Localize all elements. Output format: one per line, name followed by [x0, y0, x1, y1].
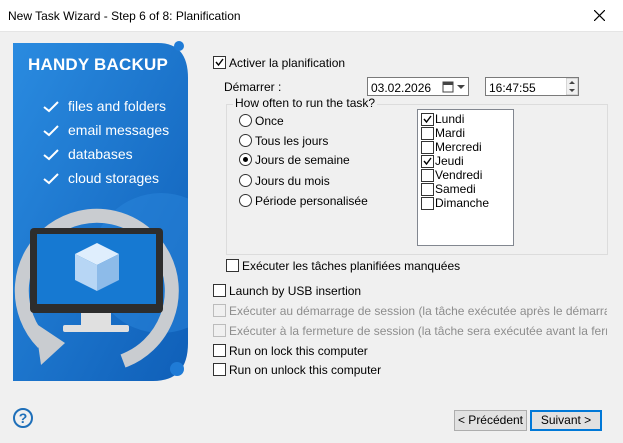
- help-icon[interactable]: ?: [13, 408, 33, 428]
- unlock-trigger-checkbox[interactable]: [213, 363, 226, 376]
- frequency-option-label: Jours du mois: [255, 174, 330, 188]
- check-icon: [423, 115, 432, 124]
- spinner-arrows-icon[interactable]: [566, 78, 578, 95]
- enable-schedule-label: Activer la planification: [229, 56, 346, 70]
- check-icon: [215, 58, 224, 67]
- logout-trigger-checkbox[interactable]: [213, 324, 226, 337]
- frequency-option-label: Once: [255, 114, 284, 128]
- radio-selected-dot: [243, 157, 248, 162]
- frequency-option-label: Tous les jours: [255, 134, 329, 148]
- weekday-label: Lundi: [435, 112, 465, 126]
- usb-trigger-checkbox[interactable]: [213, 284, 226, 297]
- close-icon: [594, 10, 605, 21]
- feature-item: files and folders: [43, 98, 166, 114]
- weekday-checkbox[interactable]: [421, 183, 434, 196]
- enable-schedule-checkbox[interactable]: [213, 56, 226, 69]
- feature-label: cloud storages: [68, 170, 160, 186]
- lock-trigger-checkbox[interactable]: [213, 344, 226, 357]
- next-button[interactable]: Suivant >: [530, 410, 602, 431]
- decor-dot: [174, 41, 184, 51]
- check-icon: [43, 100, 59, 112]
- feature-label: databases: [68, 146, 133, 162]
- frequency-label: How often to run the task?: [233, 96, 378, 110]
- login-trigger-label: Exécuter au démarrage de session (la tâc…: [229, 304, 607, 318]
- weekday-checkbox[interactable]: [421, 127, 434, 140]
- logout-trigger-label: Exécuter à la fermeture de session (la t…: [229, 324, 607, 338]
- back-button[interactable]: < Précédent: [454, 410, 527, 431]
- start-label: Démarrer :: [224, 80, 282, 94]
- close-button[interactable]: [577, 0, 623, 31]
- check-icon: [423, 157, 432, 166]
- weekday-label: Samedi: [435, 182, 476, 196]
- feature-item: databases: [43, 146, 133, 162]
- feature-item: email messages: [43, 122, 169, 138]
- weekday-checkbox[interactable]: [421, 113, 434, 126]
- banner-art: [13, 43, 188, 381]
- feature-item: cloud storages: [43, 170, 159, 186]
- login-trigger-checkbox[interactable]: [213, 304, 226, 317]
- weekday-checkbox[interactable]: [421, 155, 434, 168]
- brand-name: HANDY BACKUP: [28, 55, 168, 74]
- frequency-radio-once[interactable]: [239, 114, 252, 127]
- weekday-label: Jeudi: [435, 154, 464, 168]
- frequency-radio-weekdays[interactable]: [239, 153, 252, 166]
- lock-trigger-label: Run on lock this computer: [229, 344, 368, 358]
- window-title: New Task Wizard - Step 6 of 8: Planifica…: [8, 9, 241, 23]
- start-date-value: 03.02.2026: [371, 81, 432, 95]
- check-icon: [43, 148, 59, 160]
- weekday-checkbox[interactable]: [421, 197, 434, 210]
- title-bar: New Task Wizard - Step 6 of 8: Planifica…: [0, 0, 623, 32]
- frequency-option-label: Jours de semaine: [255, 153, 350, 167]
- check-icon: [43, 172, 59, 184]
- weekday-list[interactable]: Lundi Mardi Mercredi Jeudi Vendredi Same…: [417, 109, 514, 246]
- start-time-value: 16:47:55: [489, 81, 536, 95]
- usb-trigger-label: Launch by USB insertion: [229, 284, 362, 298]
- decor-dot: [170, 362, 184, 376]
- start-date-picker[interactable]: 03.02.2026: [367, 77, 469, 96]
- product-banner: HANDY BACKUP files and folders email mes…: [13, 43, 188, 381]
- run-missed-checkbox[interactable]: [226, 259, 239, 272]
- weekday-label: Dimanche: [435, 196, 490, 210]
- weekday-checkbox[interactable]: [421, 169, 434, 182]
- weekday-checkbox[interactable]: [421, 141, 434, 154]
- feature-label: email messages: [68, 122, 170, 138]
- check-icon: [43, 124, 59, 136]
- frequency-radio-custom[interactable]: [239, 194, 252, 207]
- weekday-label: Mardi: [435, 126, 466, 140]
- start-time-spinner[interactable]: 16:47:55: [485, 77, 579, 96]
- run-missed-label: Exécuter les tâches planifiées manquées: [242, 259, 461, 273]
- weekday-label: Mercredi: [435, 140, 482, 154]
- frequency-radio-monthdays[interactable]: [239, 174, 252, 187]
- feature-label: files and folders: [68, 98, 167, 114]
- calendar-dropdown-icon[interactable]: [442, 80, 466, 94]
- unlock-trigger-label: Run on unlock this computer: [229, 363, 382, 377]
- frequency-option-label: Période personalisée: [255, 194, 368, 208]
- weekday-label: Vendredi: [435, 168, 483, 182]
- frequency-radio-daily[interactable]: [239, 134, 252, 147]
